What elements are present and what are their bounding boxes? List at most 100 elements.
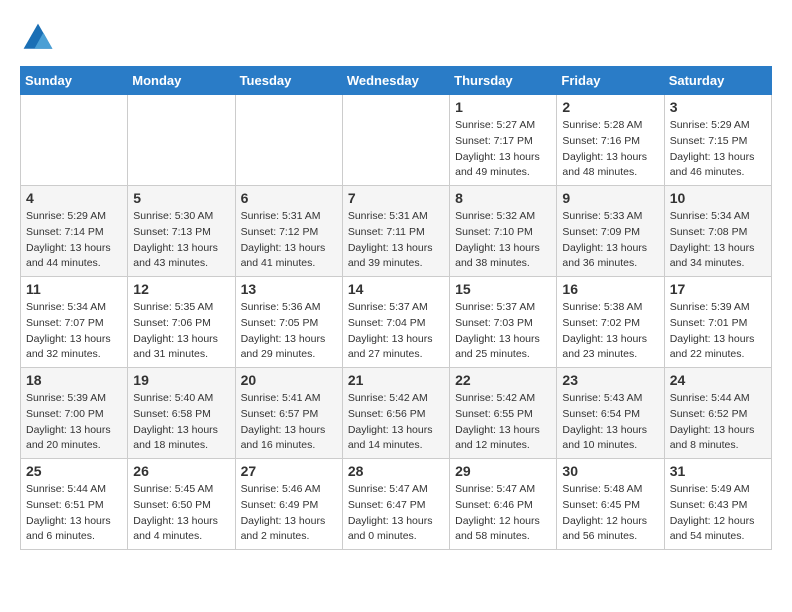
calendar-cell: 19 Sunrise: 5:40 AM Sunset: 6:58 PM Dayli…	[128, 368, 235, 459]
day-info: Sunrise: 5:42 AM Sunset: 6:55 PM Dayligh…	[455, 391, 551, 454]
day-info: Sunrise: 5:29 AM Sunset: 7:14 PM Dayligh…	[26, 209, 122, 272]
day-info: Sunrise: 5:29 AM Sunset: 7:15 PM Dayligh…	[670, 118, 766, 181]
day-info: Sunrise: 5:39 AM Sunset: 7:01 PM Dayligh…	[670, 300, 766, 363]
day-number: 5	[133, 190, 229, 206]
day-info: Sunrise: 5:37 AM Sunset: 7:03 PM Dayligh…	[455, 300, 551, 363]
day-info: Sunrise: 5:47 AM Sunset: 6:46 PM Dayligh…	[455, 482, 551, 545]
day-number: 26	[133, 463, 229, 479]
logo	[20, 20, 62, 56]
day-info: Sunrise: 5:45 AM Sunset: 6:50 PM Dayligh…	[133, 482, 229, 545]
calendar-cell: 12 Sunrise: 5:35 AM Sunset: 7:06 PM Dayli…	[128, 277, 235, 368]
day-number: 30	[562, 463, 658, 479]
day-number: 3	[670, 99, 766, 115]
calendar-cell: 8 Sunrise: 5:32 AM Sunset: 7:10 PM Daylig…	[450, 186, 557, 277]
calendar-cell: 29Sunrise: 5:47 AM Sunset: 6:46 PM Dayli…	[450, 459, 557, 550]
day-number: 12	[133, 281, 229, 297]
calendar-cell: 3 Sunrise: 5:29 AM Sunset: 7:15 PM Daylig…	[664, 95, 771, 186]
calendar-cell: 2 Sunrise: 5:28 AM Sunset: 7:16 PM Daylig…	[557, 95, 664, 186]
day-number: 24	[670, 372, 766, 388]
calendar-cell: 6 Sunrise: 5:31 AM Sunset: 7:12 PM Daylig…	[235, 186, 342, 277]
calendar-cell: 4 Sunrise: 5:29 AM Sunset: 7:14 PM Daylig…	[21, 186, 128, 277]
calendar-cell	[342, 95, 449, 186]
day-info: Sunrise: 5:37 AM Sunset: 7:04 PM Dayligh…	[348, 300, 444, 363]
calendar-cell: 18 Sunrise: 5:39 AM Sunset: 7:00 PM Dayli…	[21, 368, 128, 459]
day-number: 22	[455, 372, 551, 388]
calendar-cell: 13Sunrise: 5:36 AM Sunset: 7:05 PM Dayli…	[235, 277, 342, 368]
day-info: Sunrise: 5:40 AM Sunset: 6:58 PM Dayligh…	[133, 391, 229, 454]
day-info: Sunrise: 5:41 AM Sunset: 6:57 PM Dayligh…	[241, 391, 337, 454]
calendar-cell	[235, 95, 342, 186]
day-info: Sunrise: 5:49 AM Sunset: 6:43 PM Dayligh…	[670, 482, 766, 545]
day-number: 7	[348, 190, 444, 206]
weekday-header: Sunday	[21, 67, 128, 95]
calendar-cell: 15Sunrise: 5:37 AM Sunset: 7:03 PM Dayli…	[450, 277, 557, 368]
calendar-cell	[21, 95, 128, 186]
calendar-cell: 16 Sunrise: 5:38 AM Sunset: 7:02 PM Dayli…	[557, 277, 664, 368]
calendar-week-row: 4 Sunrise: 5:29 AM Sunset: 7:14 PM Daylig…	[21, 186, 772, 277]
day-number: 2	[562, 99, 658, 115]
calendar-cell: 27 Sunrise: 5:46 AM Sunset: 6:49 PM Dayli…	[235, 459, 342, 550]
day-info: Sunrise: 5:32 AM Sunset: 7:10 PM Dayligh…	[455, 209, 551, 272]
day-number: 1	[455, 99, 551, 115]
day-info: Sunrise: 5:42 AM Sunset: 6:56 PM Dayligh…	[348, 391, 444, 454]
calendar-cell: 31 Sunrise: 5:49 AM Sunset: 6:43 PM Dayli…	[664, 459, 771, 550]
weekday-header: Friday	[557, 67, 664, 95]
logo-icon	[20, 20, 56, 56]
day-number: 28	[348, 463, 444, 479]
day-number: 11	[26, 281, 122, 297]
calendar-header: SundayMondayTuesdayWednesdayThursdayFrid…	[21, 67, 772, 95]
calendar-cell: 21 Sunrise: 5:42 AM Sunset: 6:56 PM Dayli…	[342, 368, 449, 459]
header	[20, 20, 772, 56]
day-number: 17	[670, 281, 766, 297]
calendar-cell: 9 Sunrise: 5:33 AM Sunset: 7:09 PM Daylig…	[557, 186, 664, 277]
calendar-cell: 20Sunrise: 5:41 AM Sunset: 6:57 PM Dayli…	[235, 368, 342, 459]
day-info: Sunrise: 5:44 AM Sunset: 6:51 PM Dayligh…	[26, 482, 122, 545]
day-info: Sunrise: 5:38 AM Sunset: 7:02 PM Dayligh…	[562, 300, 658, 363]
weekday-row: SundayMondayTuesdayWednesdayThursdayFrid…	[21, 67, 772, 95]
calendar-cell: 23Sunrise: 5:43 AM Sunset: 6:54 PM Dayli…	[557, 368, 664, 459]
calendar-cell: 10 Sunrise: 5:34 AM Sunset: 7:08 PM Dayli…	[664, 186, 771, 277]
calendar-week-row: 11 Sunrise: 5:34 AM Sunset: 7:07 PM Dayli…	[21, 277, 772, 368]
calendar-table: SundayMondayTuesdayWednesdayThursdayFrid…	[20, 66, 772, 550]
calendar-cell: 22 Sunrise: 5:42 AM Sunset: 6:55 PM Dayli…	[450, 368, 557, 459]
calendar-cell: 5 Sunrise: 5:30 AM Sunset: 7:13 PM Daylig…	[128, 186, 235, 277]
day-number: 9	[562, 190, 658, 206]
day-info: Sunrise: 5:30 AM Sunset: 7:13 PM Dayligh…	[133, 209, 229, 272]
day-number: 21	[348, 372, 444, 388]
day-info: Sunrise: 5:34 AM Sunset: 7:08 PM Dayligh…	[670, 209, 766, 272]
day-number: 31	[670, 463, 766, 479]
day-number: 19	[133, 372, 229, 388]
day-info: Sunrise: 5:28 AM Sunset: 7:16 PM Dayligh…	[562, 118, 658, 181]
calendar-body: 1Sunrise: 5:27 AM Sunset: 7:17 PM Daylig…	[21, 95, 772, 550]
weekday-header: Tuesday	[235, 67, 342, 95]
weekday-header: Wednesday	[342, 67, 449, 95]
calendar-cell: 24Sunrise: 5:44 AM Sunset: 6:52 PM Dayli…	[664, 368, 771, 459]
day-number: 14	[348, 281, 444, 297]
calendar-cell: 14 Sunrise: 5:37 AM Sunset: 7:04 PM Dayli…	[342, 277, 449, 368]
calendar-cell: 26 Sunrise: 5:45 AM Sunset: 6:50 PM Dayli…	[128, 459, 235, 550]
day-number: 18	[26, 372, 122, 388]
day-number: 4	[26, 190, 122, 206]
day-number: 10	[670, 190, 766, 206]
calendar-week-row: 25 Sunrise: 5:44 AM Sunset: 6:51 PM Dayli…	[21, 459, 772, 550]
day-info: Sunrise: 5:48 AM Sunset: 6:45 PM Dayligh…	[562, 482, 658, 545]
calendar-cell: 7Sunrise: 5:31 AM Sunset: 7:11 PM Daylig…	[342, 186, 449, 277]
day-info: Sunrise: 5:35 AM Sunset: 7:06 PM Dayligh…	[133, 300, 229, 363]
calendar-cell: 30 Sunrise: 5:48 AM Sunset: 6:45 PM Dayli…	[557, 459, 664, 550]
day-info: Sunrise: 5:31 AM Sunset: 7:12 PM Dayligh…	[241, 209, 337, 272]
weekday-header: Saturday	[664, 67, 771, 95]
calendar-week-row: 1Sunrise: 5:27 AM Sunset: 7:17 PM Daylig…	[21, 95, 772, 186]
day-info: Sunrise: 5:39 AM Sunset: 7:00 PM Dayligh…	[26, 391, 122, 454]
day-number: 27	[241, 463, 337, 479]
day-number: 23	[562, 372, 658, 388]
day-number: 6	[241, 190, 337, 206]
calendar-cell: 11 Sunrise: 5:34 AM Sunset: 7:07 PM Dayli…	[21, 277, 128, 368]
day-info: Sunrise: 5:33 AM Sunset: 7:09 PM Dayligh…	[562, 209, 658, 272]
day-number: 25	[26, 463, 122, 479]
day-number: 8	[455, 190, 551, 206]
calendar-cell: 1Sunrise: 5:27 AM Sunset: 7:17 PM Daylig…	[450, 95, 557, 186]
day-info: Sunrise: 5:46 AM Sunset: 6:49 PM Dayligh…	[241, 482, 337, 545]
day-info: Sunrise: 5:36 AM Sunset: 7:05 PM Dayligh…	[241, 300, 337, 363]
day-info: Sunrise: 5:34 AM Sunset: 7:07 PM Dayligh…	[26, 300, 122, 363]
day-number: 16	[562, 281, 658, 297]
